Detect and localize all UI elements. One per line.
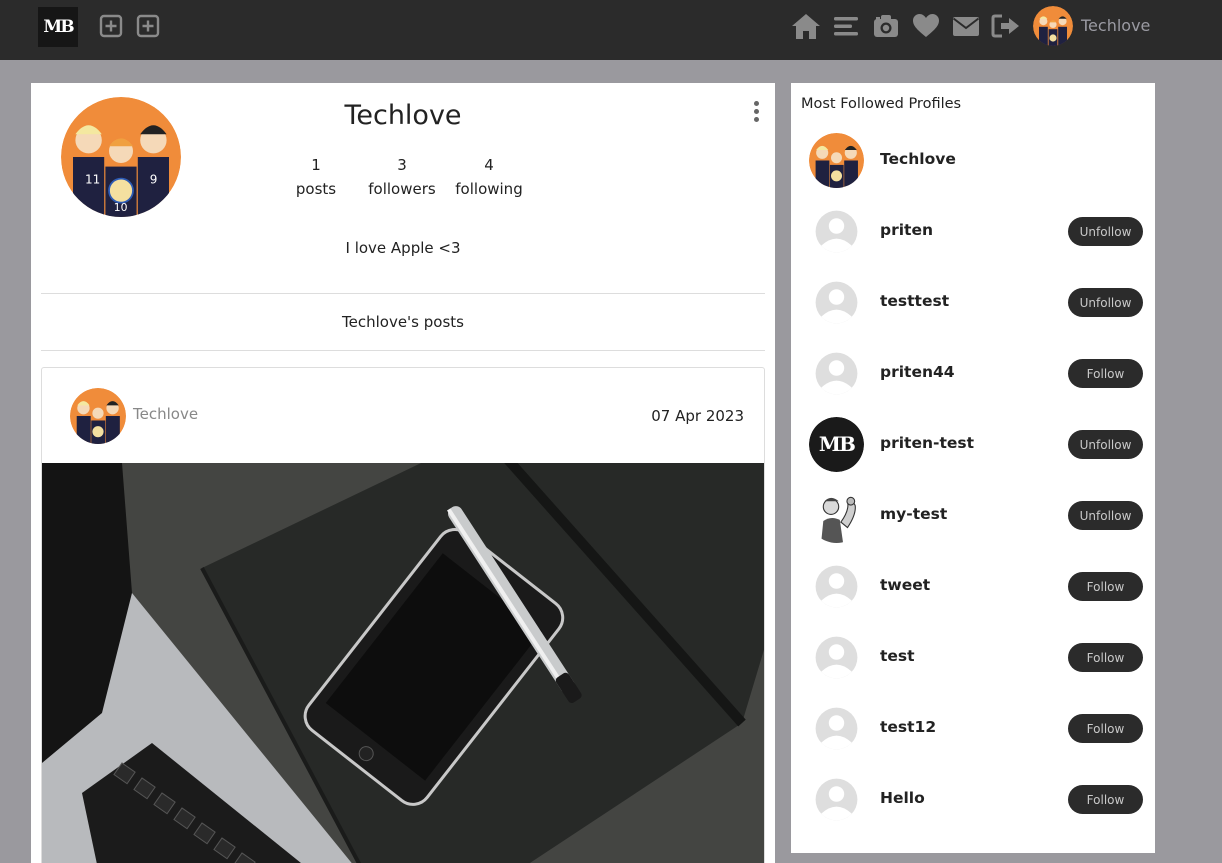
unfollow-button[interactable]: Unfollow xyxy=(1068,430,1143,459)
profile-row[interactable]: Techlove xyxy=(791,133,1155,204)
posts-section-title: Techlove's posts xyxy=(342,313,464,331)
post-date: 07 Apr 2023 xyxy=(651,407,744,425)
profile-name[interactable]: priten xyxy=(880,221,933,239)
profile-row[interactable]: priten Unfollow xyxy=(791,204,1155,275)
profile-name[interactable]: Techlove xyxy=(880,150,956,168)
follow-button[interactable]: Follow xyxy=(1068,643,1143,672)
most-followed-panel: Most Followed Profiles Techlove priten Unf… xyxy=(791,83,1155,853)
follow-button[interactable]: Follow xyxy=(1068,785,1143,814)
profile-row[interactable]: MB priten-test Unfollow xyxy=(791,417,1155,488)
navbar: MB Techlove xyxy=(0,0,1222,60)
heart-icon[interactable] xyxy=(910,11,942,41)
follow-button[interactable]: Follow xyxy=(1068,359,1143,388)
unfollow-button[interactable]: Unfollow xyxy=(1068,217,1143,246)
post-author-name[interactable]: Techlove xyxy=(133,405,198,423)
camera-icon[interactable] xyxy=(870,11,902,41)
nav-icon-bar xyxy=(790,11,1030,41)
following-label: following xyxy=(455,180,523,198)
profile-row[interactable]: priten44 Follow xyxy=(791,346,1155,417)
sidebar-title: Most Followed Profiles xyxy=(801,96,962,112)
profile-row[interactable]: tweet Follow xyxy=(791,559,1155,630)
profile-avatar[interactable] xyxy=(809,346,864,401)
profile-row[interactable]: my-test Unfollow xyxy=(791,488,1155,559)
logo-text: MB xyxy=(43,17,74,37)
profile-avatar[interactable] xyxy=(809,559,864,614)
nav-username[interactable]: Techlove xyxy=(1081,16,1150,35)
profile-name[interactable]: test xyxy=(880,647,915,665)
site-logo[interactable]: MB xyxy=(38,7,78,47)
add-post-icon[interactable] xyxy=(99,14,123,38)
unfollow-button[interactable]: Unfollow xyxy=(1068,501,1143,530)
profile-card: 11 9 10 Techlove 1 posts 3 followers 4 f… xyxy=(31,83,775,863)
profile-avatar[interactable] xyxy=(809,488,864,543)
profile-bio: I love Apple <3 xyxy=(345,239,461,257)
divider xyxy=(41,350,765,351)
profile-row[interactable]: test12 Follow xyxy=(791,701,1155,772)
post-card[interactable]: Techlove 07 Apr 2023 xyxy=(41,367,765,863)
profile-name: Techlove xyxy=(344,100,462,131)
svg-text:9: 9 xyxy=(150,172,158,186)
profile-name[interactable]: tweet xyxy=(880,576,930,594)
more-options-icon[interactable] xyxy=(751,101,761,127)
svg-text:10: 10 xyxy=(114,201,128,214)
profile-avatar[interactable] xyxy=(809,133,864,188)
post-author-avatar[interactable] xyxy=(70,388,126,444)
profile-avatar[interactable]: MB xyxy=(809,417,864,472)
following-count: 4 xyxy=(484,156,494,174)
home-icon[interactable] xyxy=(790,11,822,41)
profile-avatar[interactable] xyxy=(809,204,864,259)
stat-following[interactable]: 4 following xyxy=(434,153,544,201)
profile-row[interactable]: Hello Follow xyxy=(791,772,1155,843)
follow-button[interactable]: Follow xyxy=(1068,714,1143,743)
logout-icon[interactable] xyxy=(990,11,1022,41)
profile-name[interactable]: my-test xyxy=(880,505,947,523)
svg-text:MB: MB xyxy=(819,432,855,456)
profile-avatar[interactable] xyxy=(809,630,864,685)
post-image[interactable] xyxy=(42,463,764,863)
profile-avatar[interactable] xyxy=(809,701,864,756)
follow-button[interactable]: Follow xyxy=(1068,572,1143,601)
profile-name[interactable]: Hello xyxy=(880,789,925,807)
menu-icon[interactable] xyxy=(830,11,862,41)
profile-row[interactable]: test Follow xyxy=(791,630,1155,701)
profile-name[interactable]: priten44 xyxy=(880,363,955,381)
add-story-icon[interactable] xyxy=(136,14,160,38)
divider xyxy=(41,293,765,294)
nav-avatar[interactable] xyxy=(1033,6,1073,46)
profile-name[interactable]: priten-test xyxy=(880,434,974,452)
unfollow-button[interactable]: Unfollow xyxy=(1068,288,1143,317)
profile-avatar[interactable] xyxy=(809,772,864,827)
envelope-icon[interactable] xyxy=(950,11,982,41)
svg-text:11: 11 xyxy=(85,172,100,186)
profile-avatar[interactable] xyxy=(809,275,864,330)
profile-name[interactable]: test12 xyxy=(880,718,936,736)
profile-row[interactable]: testtest Unfollow xyxy=(791,275,1155,346)
profile-name[interactable]: testtest xyxy=(880,292,949,310)
